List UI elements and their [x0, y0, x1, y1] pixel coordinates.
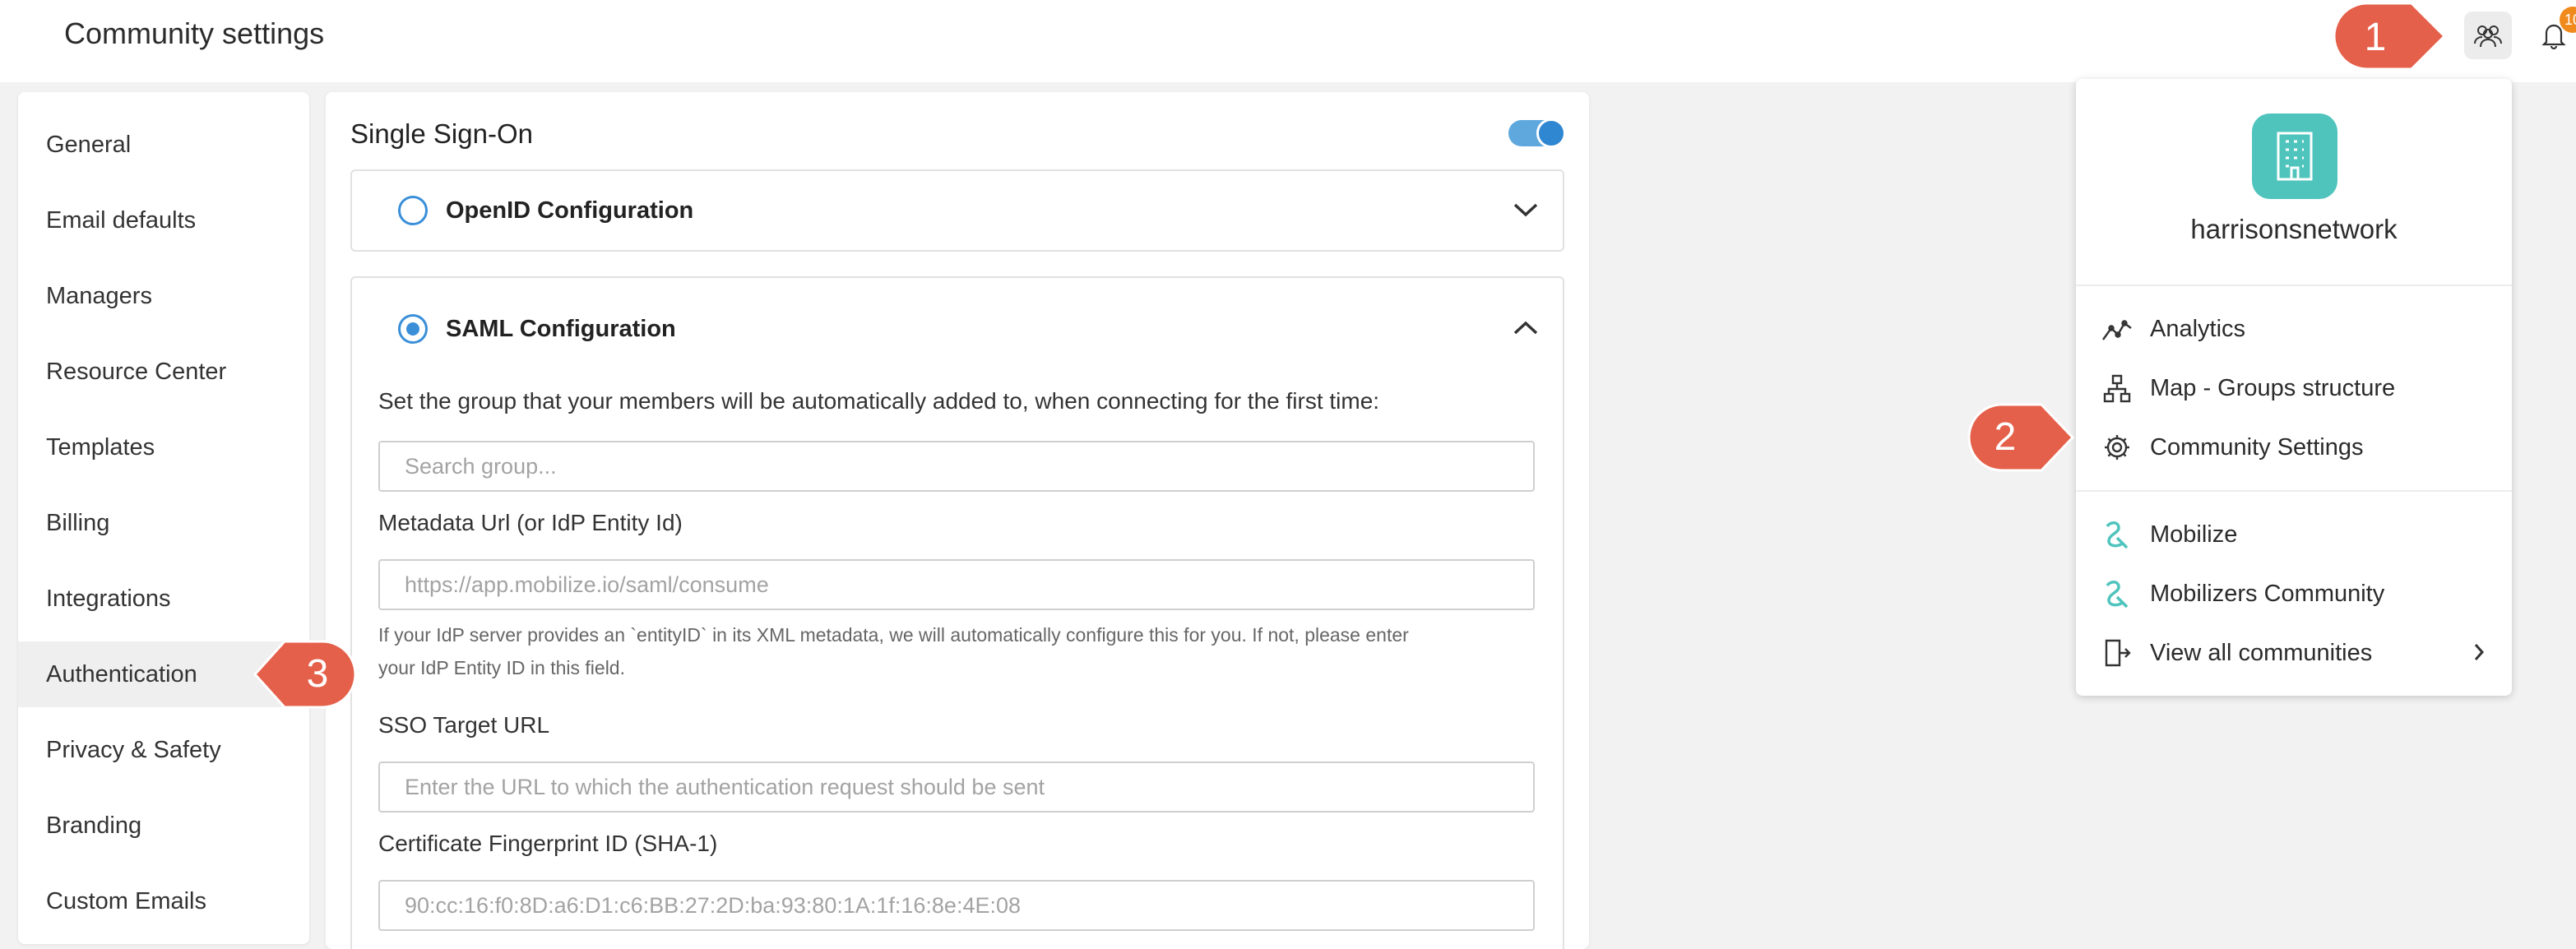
openid-label: OpenID Configuration [446, 197, 694, 224]
community-dropdown: harrisonsnetwork Analytics Map - Groups … [2076, 79, 2512, 696]
sidenav-item-managers[interactable]: Managers [18, 263, 309, 329]
metadata-help-line-1: If your IdP server provides an `entityID… [378, 624, 1409, 646]
callout-1-number: 1 [2364, 16, 2387, 59]
menu-item-label: Community Settings [2150, 433, 2364, 461]
menu-item-map-groups[interactable]: Map - Groups structure [2101, 363, 2487, 413]
fingerprint-input[interactable] [378, 880, 1535, 931]
menu-item-analytics[interactable]: Analytics [2101, 304, 2487, 354]
menu-item-label: Mobilize [2150, 521, 2238, 548]
sidenav-item-general[interactable]: General [18, 112, 309, 178]
menu-item-mobilize[interactable]: Mobilize [2101, 510, 2487, 559]
menu-item-label: Map - Groups structure [2150, 374, 2396, 401]
metadata-url-label: Metadata Url (or IdP Entity Id) [378, 510, 683, 535]
chevron-up-icon[interactable] [1512, 319, 1540, 337]
menu-item-view-all-communities[interactable]: View all communities [2101, 628, 2487, 678]
saml-radio[interactable] [398, 314, 428, 344]
menu-item-mobilizers-community[interactable]: Mobilizers Community [2101, 569, 2487, 618]
search-group-input[interactable] [378, 441, 1535, 492]
sidenav-item-branding[interactable]: Branding [18, 793, 309, 859]
sso-toggle[interactable] [1508, 118, 1566, 148]
sidenav-item-resource-center[interactable]: Resource Center [18, 339, 309, 405]
toggle-knob [1536, 118, 1566, 148]
sso-panel: Single Sign-On OpenID Configuration SAML… [326, 92, 1589, 949]
mobilize-logo-icon [2101, 518, 2134, 551]
community-logo [2252, 113, 2337, 199]
sidenav-item-email-defaults[interactable]: Email defaults [18, 187, 309, 253]
sidenav-item-billing[interactable]: Billing [18, 490, 309, 556]
sso-title: Single Sign-On [350, 118, 533, 149]
metadata-url-input[interactable] [378, 559, 1535, 610]
settings-sidenav: General Email defaults Managers Resource… [18, 92, 309, 944]
sidenav-item-custom-emails[interactable]: Custom Emails [18, 868, 309, 934]
chevron-down-icon[interactable] [1512, 201, 1540, 219]
menu-item-label: Mobilizers Community [2150, 580, 2385, 607]
saml-card: SAML Configuration Set the group that yo… [350, 276, 1564, 949]
fingerprint-label: Certificate Fingerprint ID (SHA-1) [378, 831, 718, 856]
saml-label: SAML Configuration [446, 316, 676, 342]
metadata-help-line-2: your IdP Entity ID in this field. [378, 657, 625, 678]
group-instruction: Set the group that your members will be … [378, 388, 1380, 414]
hierarchy-icon [2101, 372, 2134, 405]
chevron-right-icon [2474, 644, 2485, 660]
radio-selected-dot [406, 322, 419, 336]
menu-item-label: View all communities [2150, 639, 2373, 666]
sso-target-url-input[interactable] [378, 762, 1535, 812]
community-name: harrisonsnetwork [2190, 214, 2398, 244]
gear-icon [2101, 431, 2134, 464]
sidenav-item-templates[interactable]: Templates [18, 414, 309, 480]
menu-item-label: Analytics [2150, 315, 2246, 342]
menu-divider [2076, 490, 2512, 492]
openid-radio[interactable] [398, 196, 428, 225]
callout-2-number: 2 [1994, 415, 2017, 459]
mobilize-logo-icon [2101, 577, 2134, 610]
top-bar: Community settings 10 [0, 0, 2576, 82]
openid-card[interactable]: OpenID Configuration [350, 169, 1564, 252]
sidenav-item-privacy-safety[interactable]: Privacy & Safety [18, 717, 309, 783]
page-title: Community settings [64, 16, 325, 50]
metadata-help-text: If your IdP server provides an `entityID… [378, 618, 1546, 684]
sso-target-url-label: SSO Target URL [378, 712, 550, 738]
callout-3-number: 3 [306, 652, 329, 696]
people-group-icon [2474, 25, 2502, 48]
menu-divider [2076, 285, 2512, 286]
sidenav-item-integrations[interactable]: Integrations [18, 566, 309, 632]
exit-door-icon [2101, 637, 2134, 669]
analytics-icon [2101, 312, 2134, 345]
communities-button[interactable] [2464, 12, 2512, 59]
menu-item-community-settings[interactable]: Community Settings [2101, 423, 2487, 472]
building-icon [2277, 132, 2313, 181]
